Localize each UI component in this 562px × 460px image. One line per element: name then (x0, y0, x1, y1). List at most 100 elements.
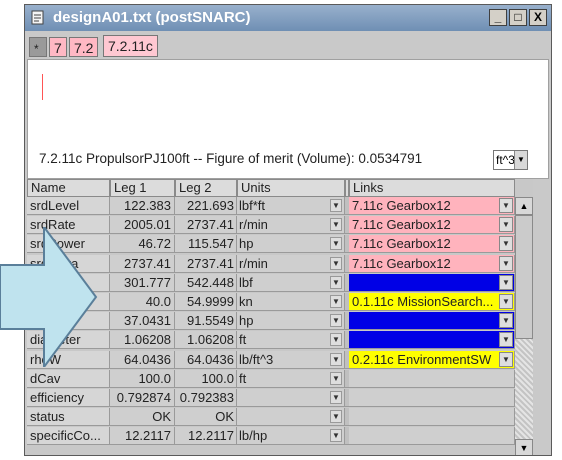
table-row[interactable]: dPower37.043191.5549hp▼▼ (27, 312, 533, 331)
cell-leg1[interactable]: 100.0 (110, 369, 175, 388)
cell-link[interactable]: ▼ (349, 273, 515, 292)
scrollbar-thumb[interactable] (515, 215, 533, 339)
cell-leg2[interactable]: 91.5549 (175, 312, 237, 331)
chevron-down-icon[interactable]: ▼ (499, 294, 513, 309)
cell-leg1[interactable]: OK (110, 408, 175, 427)
table-row[interactable]: diameter1.062081.06208ft▼▼ (27, 331, 533, 350)
tab-7-2[interactable]: 7.2 (69, 37, 99, 57)
cell-link[interactable]: 7.11c Gearbox12 ▼ (349, 197, 515, 215)
cell-leg2[interactable]: OK (175, 408, 237, 427)
table-row[interactable]: dCav 100.0 100.0 ft ▼ (27, 369, 533, 388)
cell-leg1[interactable]: 46.72 (110, 235, 175, 254)
header-leg1[interactable]: Leg 1 (110, 179, 175, 197)
cell-leg2[interactable]: 115.547 (175, 235, 237, 254)
chevron-down-icon[interactable]: ▼ (499, 332, 513, 348)
cell-leg2[interactable]: 0.792383 (175, 389, 237, 407)
cell-units[interactable]: kn ▼ (237, 293, 345, 311)
table-row[interactable]: status OK OK ▼ (27, 408, 533, 427)
table-row[interactable]: specificCo... 12.2117 12.2117 lb/hp ▼ (27, 427, 533, 446)
cell-leg1[interactable]: 40.0 (110, 293, 175, 311)
cell-units[interactable]: lbf ▼ (237, 273, 345, 292)
cell-link[interactable] (349, 408, 515, 427)
cell-leg2[interactable]: 2737.41 (175, 254, 237, 273)
tab-7[interactable]: 7 (49, 37, 67, 57)
cell-link[interactable]: 7.11c Gearbox12 ▼ (349, 235, 515, 254)
chevron-down-icon[interactable]: ▼ (499, 274, 513, 290)
chevron-down-icon[interactable]: ▼ (330, 218, 342, 232)
cell-units[interactable]: ▼ (237, 408, 345, 427)
cell-units[interactable]: hp ▼ (237, 235, 345, 254)
chevron-down-icon[interactable]: ▼ (330, 371, 342, 385)
chevron-down-icon[interactable]: ▼ (330, 333, 342, 347)
cell-link[interactable] (349, 369, 515, 388)
header-name[interactable]: Name (27, 179, 110, 197)
chevron-down-icon[interactable]: ▼ (330, 199, 342, 212)
cell-leg1[interactable]: 2737.41 (110, 254, 175, 273)
table-row[interactable]: srdPower46.72115.547hp▼7.11c Gearbox12▼ (27, 235, 533, 254)
cell-leg2[interactable]: 100.0 (175, 369, 237, 388)
chevron-down-icon[interactable]: ▼ (330, 391, 342, 404)
cell-link[interactable]: 7.11c Gearbox12 ▼ (349, 216, 515, 235)
table-row[interactable]: srdRate 2005.01 2737.41 r/min ▼ 7.11c Gearbox… (27, 216, 533, 235)
cell-units[interactable]: ft ▼ (237, 331, 345, 350)
chevron-down-icon[interactable]: ▼ (499, 217, 513, 233)
cell-units[interactable]: ▼ (237, 389, 345, 407)
table-row[interactable]: efficiency 0.792874 0.792383 ▼ (27, 389, 533, 407)
chevron-down-icon[interactable]: ▼ (499, 313, 513, 329)
header-units[interactable]: Units (237, 179, 345, 197)
chevron-down-icon[interactable]: ▼ (330, 237, 342, 251)
merit-unit-select[interactable]: ft^3 ▼ (493, 150, 528, 170)
cell-leg1[interactable]: 0.792874 (110, 389, 175, 407)
cell-units[interactable]: ft ▼ (237, 369, 345, 388)
table-row[interactable]: rhoW64.043664.0436lb/ft^3▼0.2.11c Enviro… (27, 350, 533, 369)
cell-leg2[interactable]: 221.693 (175, 197, 237, 215)
cell-link[interactable]: 0.2.11c EnvironmentSW ▼ (349, 350, 515, 369)
cell-leg1[interactable]: 1.06208 (110, 331, 175, 350)
cell-leg2[interactable]: 542.448 (175, 273, 237, 292)
cell-leg1[interactable]: 12.2117 (110, 427, 175, 446)
cell-leg1[interactable]: 122.383 (110, 197, 175, 215)
table-row[interactable]: srdLevel 122.383 221.693 lbf*ft ▼ 7.11c Gearb… (27, 197, 533, 215)
cell-link[interactable]: ▼ (349, 331, 515, 350)
cell-leg2[interactable]: 54.9999 (175, 293, 237, 311)
chevron-down-icon[interactable]: ▼ (499, 236, 513, 252)
scroll-down-button[interactable]: ▼ (515, 439, 533, 455)
cell-leg2[interactable]: 64.0436 (175, 350, 237, 369)
chevron-down-icon[interactable]: ▼ (330, 275, 342, 289)
minimize-button[interactable]: _ (489, 9, 507, 26)
close-button[interactable]: X (529, 9, 547, 26)
cell-leg1[interactable]: 301.777 (110, 273, 175, 292)
cell-units[interactable]: hp ▼ (237, 312, 345, 331)
tab-7-2-11c[interactable]: 7.2.11c (103, 35, 158, 57)
chevron-down-icon[interactable]: ▼ (330, 256, 342, 270)
cell-units[interactable]: r/min ▼ (237, 216, 345, 235)
table-row[interactable]: level301.777542.448lbf▼▼ (27, 273, 533, 292)
cell-units[interactable]: r/min ▼ (237, 254, 345, 273)
cell-leg2[interactable]: 1.06208 (175, 331, 237, 350)
chevron-down-icon[interactable]: ▼ (330, 410, 342, 424)
chevron-down-icon[interactable]: ▼ (330, 429, 342, 443)
cell-leg1[interactable]: 37.0431 (110, 312, 175, 331)
chevron-down-icon[interactable]: ▼ (499, 255, 513, 271)
scroll-up-button[interactable]: ▲ (515, 197, 533, 215)
title-bar[interactable]: designA01.txt (postSNARC) _ □ X (25, 5, 551, 31)
header-leg2[interactable]: Leg 2 (175, 179, 237, 197)
cell-leg2[interactable]: 2737.41 (175, 216, 237, 235)
cell-leg1[interactable]: 64.0436 (110, 350, 175, 369)
cell-link[interactable]: ▼ (349, 312, 515, 331)
cell-units[interactable]: lb/ft^3 ▼ (237, 350, 345, 369)
cell-leg2[interactable]: 12.2117 (175, 427, 237, 446)
maximize-button[interactable]: □ (509, 9, 527, 26)
chevron-down-icon[interactable]: ▼ (499, 351, 513, 367)
cell-units[interactable]: lb/hp ▼ (237, 427, 345, 446)
chevron-down-icon[interactable]: ▼ (330, 352, 342, 366)
tab-folder[interactable]: * (29, 37, 47, 57)
cell-link[interactable]: 7.11c Gearbox12 ▼ (349, 254, 515, 273)
header-links[interactable]: Links (349, 179, 515, 197)
cell-units[interactable]: lbf*ft ▼ (237, 197, 345, 215)
cell-link[interactable]: 0.1.11c MissionSearch... ▼ (349, 293, 515, 311)
cell-link[interactable] (349, 427, 515, 446)
chevron-down-icon[interactable]: ▼ (330, 295, 342, 308)
table-row[interactable]: srdExtra2737.412737.41r/min▼7.11c Gearbo… (27, 254, 533, 273)
chevron-down-icon[interactable]: ▼ (330, 314, 342, 328)
